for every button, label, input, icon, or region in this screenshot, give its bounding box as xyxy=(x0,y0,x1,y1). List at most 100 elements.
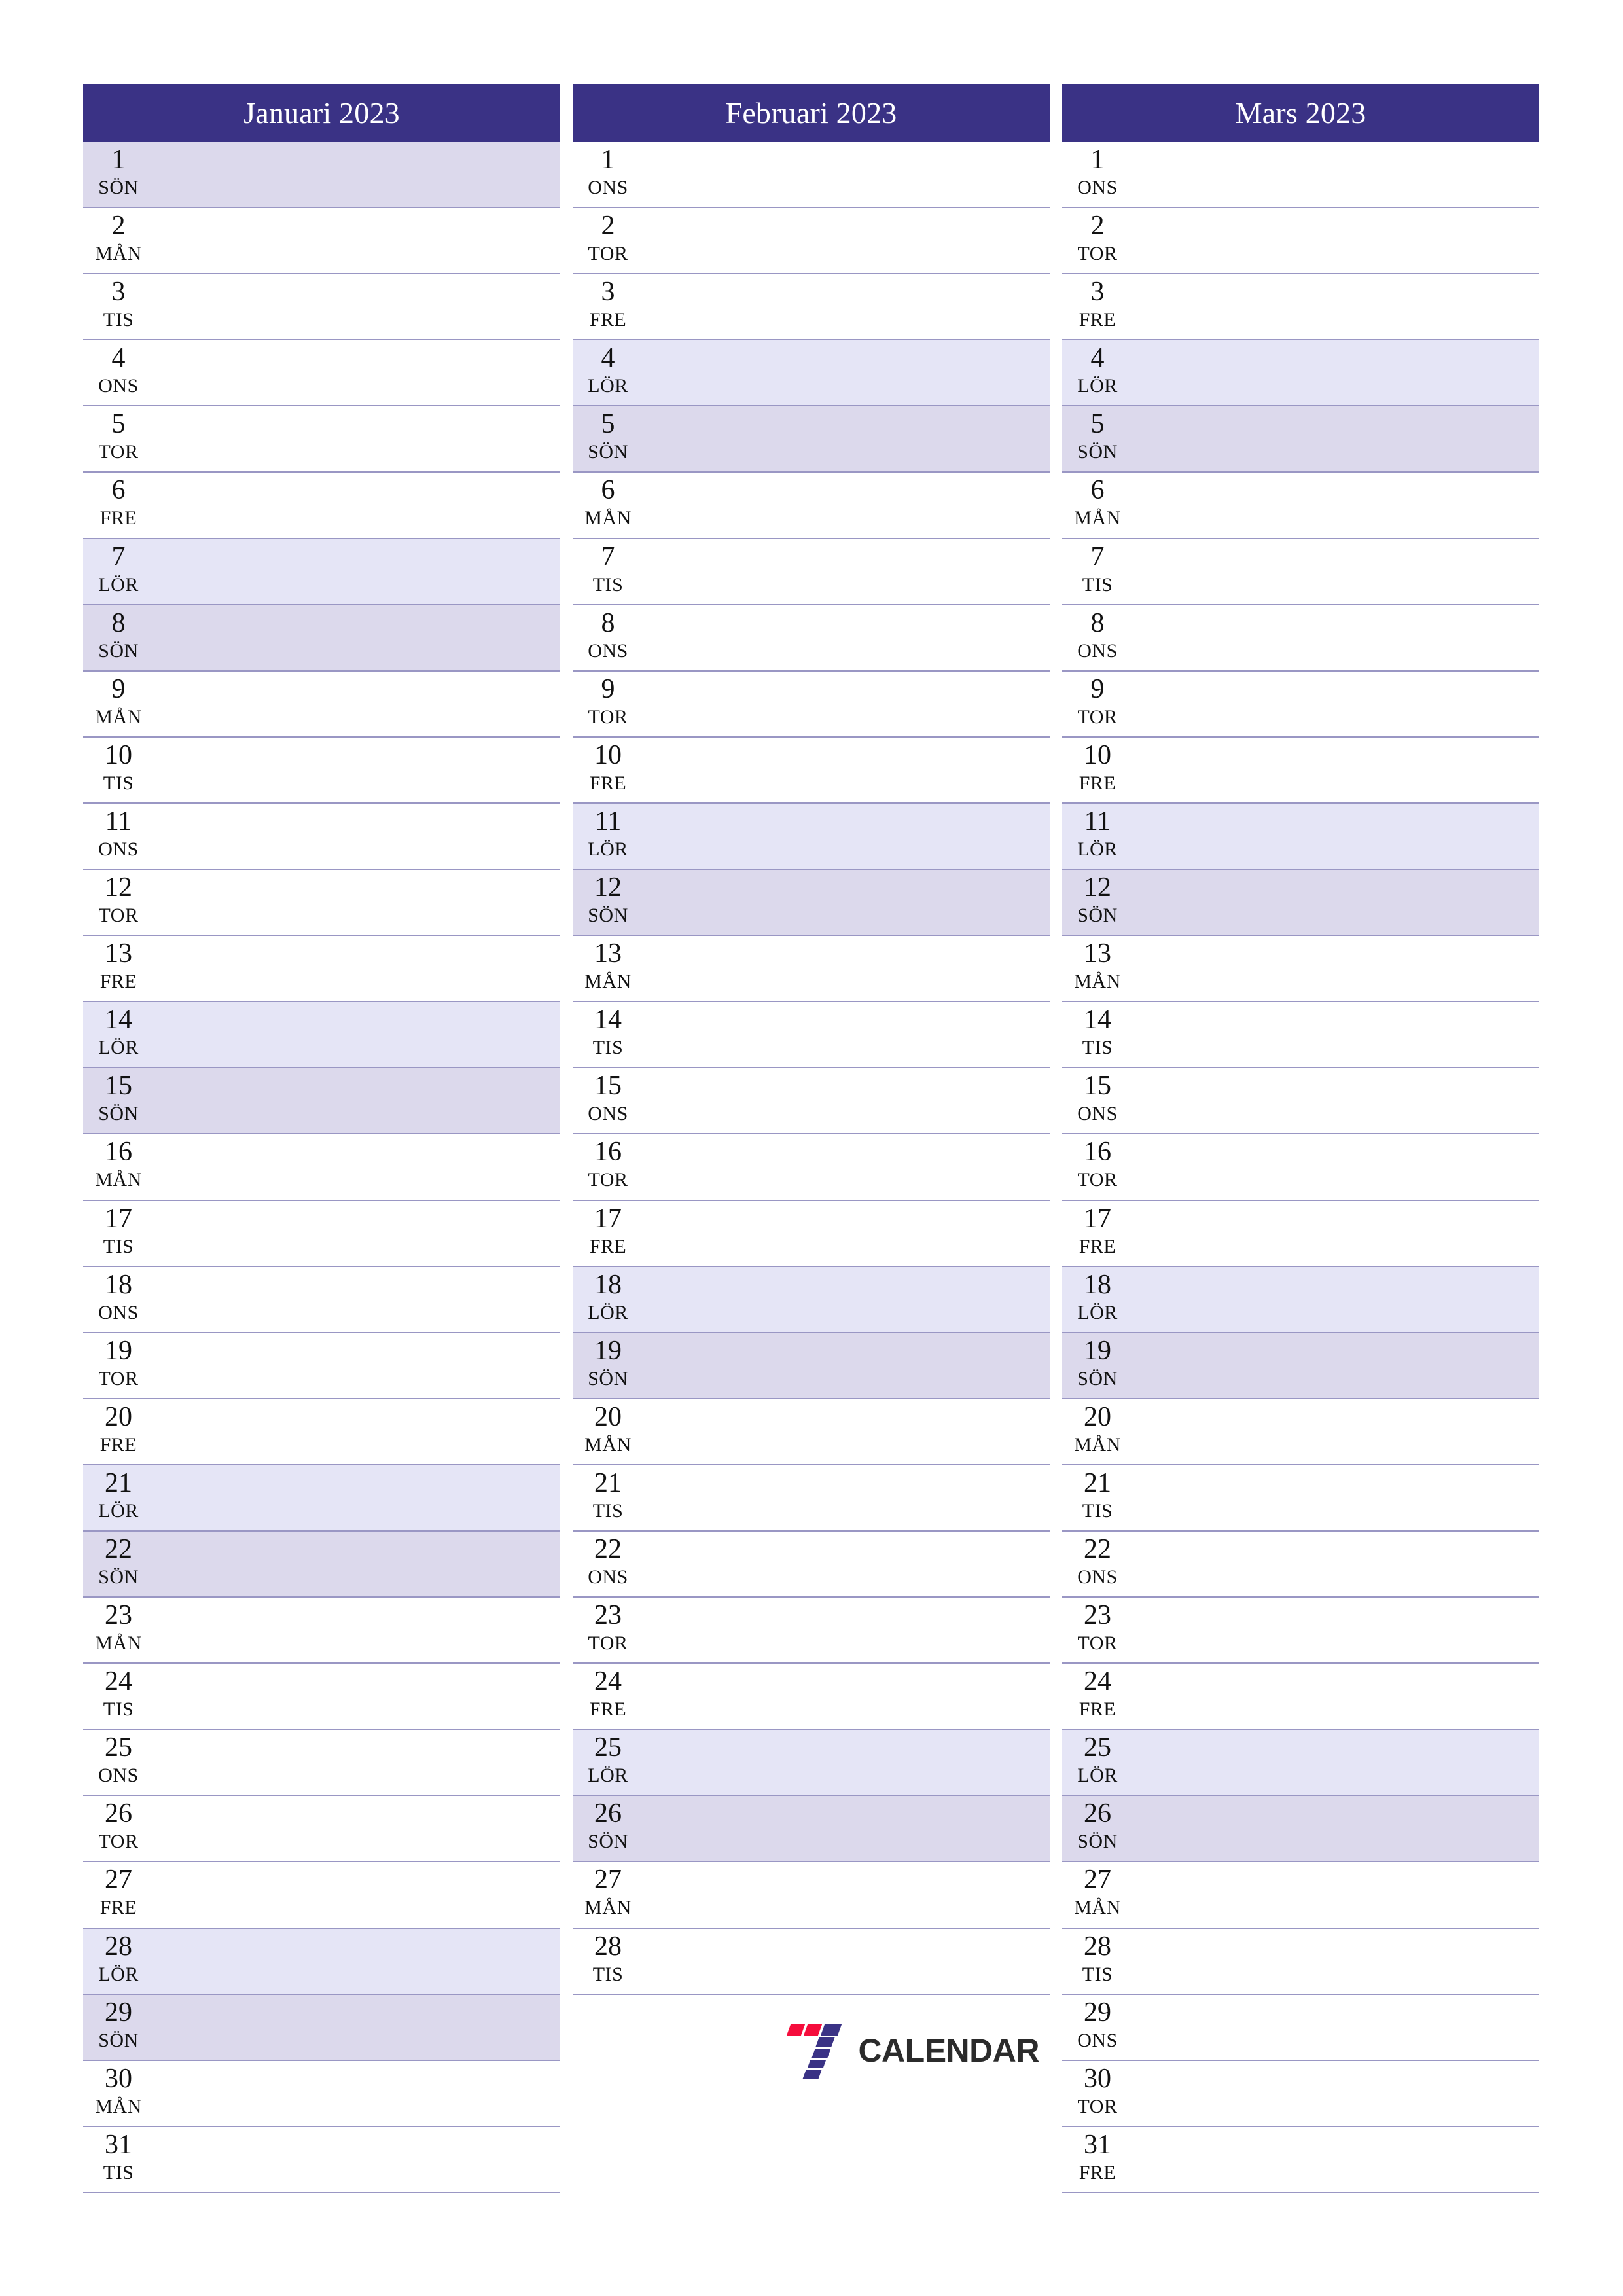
day-note-area[interactable] xyxy=(1134,1201,1539,1266)
day-row[interactable]: 19 TOR xyxy=(83,1333,560,1399)
day-row[interactable]: 24 FRE xyxy=(1062,1664,1539,1731)
day-note-area[interactable] xyxy=(645,1730,1050,1795)
day-row[interactable]: 6 MÅN xyxy=(573,473,1050,539)
day-note-area[interactable] xyxy=(155,1068,560,1133)
day-row[interactable]: 26 SÖN xyxy=(573,1796,1050,1863)
day-note-area[interactable] xyxy=(645,1862,1050,1927)
day-row[interactable]: 18 LÖR xyxy=(1062,1266,1539,1333)
day-row[interactable]: 6 MÅN xyxy=(1062,473,1539,539)
day-note-area[interactable] xyxy=(1134,1730,1539,1795)
day-note-area[interactable] xyxy=(645,1664,1050,1729)
day-note-area[interactable] xyxy=(1134,1399,1539,1464)
day-row[interactable]: 11 ONS xyxy=(83,803,560,870)
day-note-area[interactable] xyxy=(645,1068,1050,1133)
day-note-area[interactable] xyxy=(1134,1532,1539,1596)
day-row[interactable]: 2 MÅN xyxy=(83,208,560,275)
day-note-area[interactable] xyxy=(155,142,560,207)
day-note-area[interactable] xyxy=(155,539,560,604)
day-note-area[interactable] xyxy=(1134,672,1539,736)
day-note-area[interactable] xyxy=(645,274,1050,339)
day-row[interactable]: 8 SÖN xyxy=(83,605,560,672)
day-row[interactable]: 8 ONS xyxy=(573,605,1050,672)
day-row[interactable]: 3 FRE xyxy=(573,274,1050,341)
day-note-area[interactable] xyxy=(155,870,560,935)
day-row[interactable]: 17 FRE xyxy=(573,1200,1050,1267)
day-row[interactable]: 30 TOR xyxy=(1062,2060,1539,2127)
day-row[interactable]: 5 SÖN xyxy=(573,406,1050,473)
day-row[interactable]: 31 FRE xyxy=(1062,2126,1539,2193)
day-row[interactable]: 14 TIS xyxy=(573,1002,1050,1069)
day-row[interactable]: 13 FRE xyxy=(83,936,560,1003)
day-row[interactable]: 17 TIS xyxy=(83,1200,560,1267)
day-note-area[interactable] xyxy=(155,1201,560,1266)
day-row[interactable]: 10 FRE xyxy=(573,737,1050,804)
day-note-area[interactable] xyxy=(155,1929,560,1994)
day-row[interactable]: 22 ONS xyxy=(573,1531,1050,1598)
day-note-area[interactable] xyxy=(645,473,1050,537)
day-note-area[interactable] xyxy=(155,1399,560,1464)
day-row[interactable]: 10 FRE xyxy=(1062,737,1539,804)
day-note-area[interactable] xyxy=(155,1134,560,1199)
day-row[interactable]: 22 SÖN xyxy=(83,1531,560,1598)
day-note-area[interactable] xyxy=(1134,738,1539,802)
day-note-area[interactable] xyxy=(1134,804,1539,869)
day-note-area[interactable] xyxy=(155,406,560,471)
day-row[interactable]: 27 MÅN xyxy=(573,1862,1050,1929)
day-note-area[interactable] xyxy=(645,1532,1050,1596)
day-note-area[interactable] xyxy=(645,1796,1050,1861)
day-row[interactable]: 28 TIS xyxy=(1062,1928,1539,1995)
day-note-area[interactable] xyxy=(155,1995,560,2060)
day-row[interactable]: 3 FRE xyxy=(1062,274,1539,341)
day-row[interactable]: 9 TOR xyxy=(1062,671,1539,738)
day-row[interactable]: 19 SÖN xyxy=(1062,1333,1539,1399)
day-note-area[interactable] xyxy=(1134,1465,1539,1530)
day-note-area[interactable] xyxy=(645,1333,1050,1398)
day-note-area[interactable] xyxy=(1134,1333,1539,1398)
day-row[interactable]: 14 TIS xyxy=(1062,1002,1539,1069)
day-row[interactable]: 5 TOR xyxy=(83,406,560,473)
day-note-area[interactable] xyxy=(155,2127,560,2192)
day-note-area[interactable] xyxy=(1134,1995,1539,2060)
day-note-area[interactable] xyxy=(645,1201,1050,1266)
day-row[interactable]: 24 TIS xyxy=(83,1664,560,1731)
day-note-area[interactable] xyxy=(645,208,1050,273)
day-row[interactable]: 23 TOR xyxy=(573,1598,1050,1664)
day-row[interactable]: 15 ONS xyxy=(1062,1068,1539,1135)
day-row[interactable]: 22 ONS xyxy=(1062,1531,1539,1598)
day-note-area[interactable] xyxy=(645,539,1050,604)
day-note-area[interactable] xyxy=(645,672,1050,736)
day-note-area[interactable] xyxy=(645,406,1050,471)
day-row[interactable]: 15 SÖN xyxy=(83,1068,560,1135)
day-row[interactable]: 21 LÖR xyxy=(83,1465,560,1532)
day-row[interactable]: 2 TOR xyxy=(1062,208,1539,275)
day-note-area[interactable] xyxy=(1134,473,1539,537)
day-note-area[interactable] xyxy=(645,1267,1050,1332)
day-note-area[interactable] xyxy=(1134,1929,1539,1994)
day-note-area[interactable] xyxy=(645,1929,1050,1994)
day-row[interactable]: 29 SÖN xyxy=(83,1994,560,2061)
day-note-area[interactable] xyxy=(645,1598,1050,1662)
day-note-area[interactable] xyxy=(155,274,560,339)
day-row[interactable]: 16 MÅN xyxy=(83,1134,560,1201)
day-note-area[interactable] xyxy=(1134,1002,1539,1067)
day-note-area[interactable] xyxy=(1134,1862,1539,1927)
day-note-area[interactable] xyxy=(155,605,560,670)
day-row[interactable]: 21 TIS xyxy=(1062,1465,1539,1532)
day-row[interactable]: 11 LÖR xyxy=(573,803,1050,870)
day-row[interactable]: 4 LÖR xyxy=(1062,340,1539,407)
day-note-area[interactable] xyxy=(155,1862,560,1927)
day-row[interactable]: 14 LÖR xyxy=(83,1002,560,1069)
day-row[interactable]: 25 ONS xyxy=(83,1730,560,1797)
day-row[interactable]: 31 TIS xyxy=(83,2126,560,2193)
day-row[interactable]: 20 FRE xyxy=(83,1399,560,1465)
day-row[interactable]: 23 TOR xyxy=(1062,1598,1539,1664)
day-row[interactable]: 1 ONS xyxy=(1062,142,1539,209)
day-row[interactable]: 2 TOR xyxy=(573,208,1050,275)
day-note-area[interactable] xyxy=(1134,1134,1539,1199)
day-row[interactable]: 3 TIS xyxy=(83,274,560,341)
day-row[interactable]: 28 LÖR xyxy=(83,1928,560,1995)
day-row[interactable]: 5 SÖN xyxy=(1062,406,1539,473)
day-row[interactable]: 13 MÅN xyxy=(1062,936,1539,1003)
day-row[interactable]: 13 MÅN xyxy=(573,936,1050,1003)
day-row[interactable]: 7 TIS xyxy=(1062,539,1539,605)
